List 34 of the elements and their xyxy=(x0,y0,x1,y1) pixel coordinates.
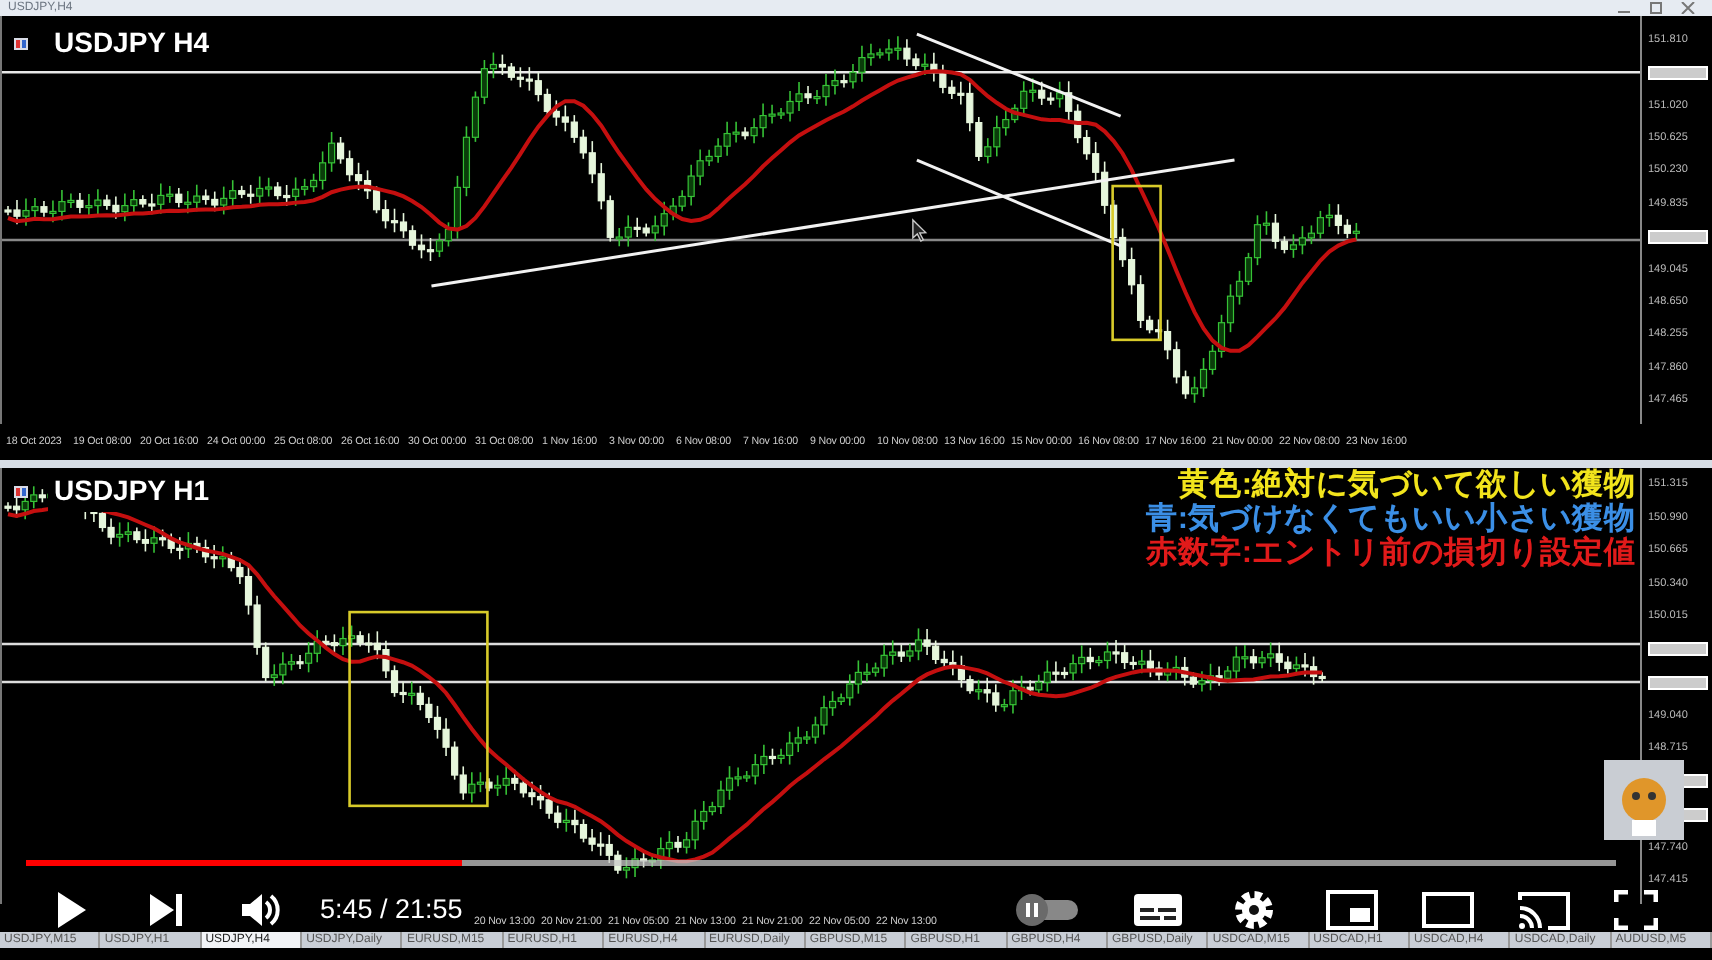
play-button[interactable] xyxy=(56,890,88,930)
theater-mode-icon xyxy=(1422,892,1474,928)
settings-button[interactable] xyxy=(1234,890,1274,930)
playback-time: 5:45 / 21:55 xyxy=(320,891,463,928)
settings-icon xyxy=(1234,890,1274,930)
play-icon xyxy=(56,890,88,930)
price-tag xyxy=(1648,642,1708,657)
channel-thumbnail xyxy=(1604,760,1684,840)
cast-button[interactable] xyxy=(1518,890,1570,930)
miniplayer-button[interactable] xyxy=(1326,890,1378,930)
flag-icon xyxy=(14,37,28,49)
next-button[interactable] xyxy=(148,892,184,928)
toggle-knob-icon xyxy=(1014,894,1082,926)
volume-icon xyxy=(240,892,280,928)
flag-icon xyxy=(14,485,28,497)
price-tag xyxy=(1648,675,1708,690)
annotation-text: 青:気づけなくてもいい小さい獲物 xyxy=(1145,502,1636,536)
subtitles-icon xyxy=(1134,892,1182,928)
cast-icon xyxy=(1518,890,1570,930)
fullscreen-icon xyxy=(1614,890,1658,930)
volume-button[interactable] xyxy=(240,892,280,928)
maximize-icon xyxy=(1648,2,1664,14)
price-tag xyxy=(1648,229,1708,244)
annotation-text: 黄色:絶対に気づいて欲しい獲物 xyxy=(1175,468,1636,502)
close-icon xyxy=(1680,2,1696,14)
fullscreen-button[interactable] xyxy=(1614,890,1658,930)
price-tag xyxy=(1648,65,1708,80)
subtitles-button[interactable] xyxy=(1134,892,1182,928)
theater-mode-button[interactable] xyxy=(1422,892,1474,928)
annotation-text: 赤数字:エントリ前の損切り設定値 xyxy=(1145,536,1636,570)
miniplayer-icon xyxy=(1326,890,1378,930)
autoplay-toggle[interactable] xyxy=(1014,894,1082,926)
mouse-cursor-icon xyxy=(912,218,928,242)
next-icon xyxy=(148,892,184,928)
